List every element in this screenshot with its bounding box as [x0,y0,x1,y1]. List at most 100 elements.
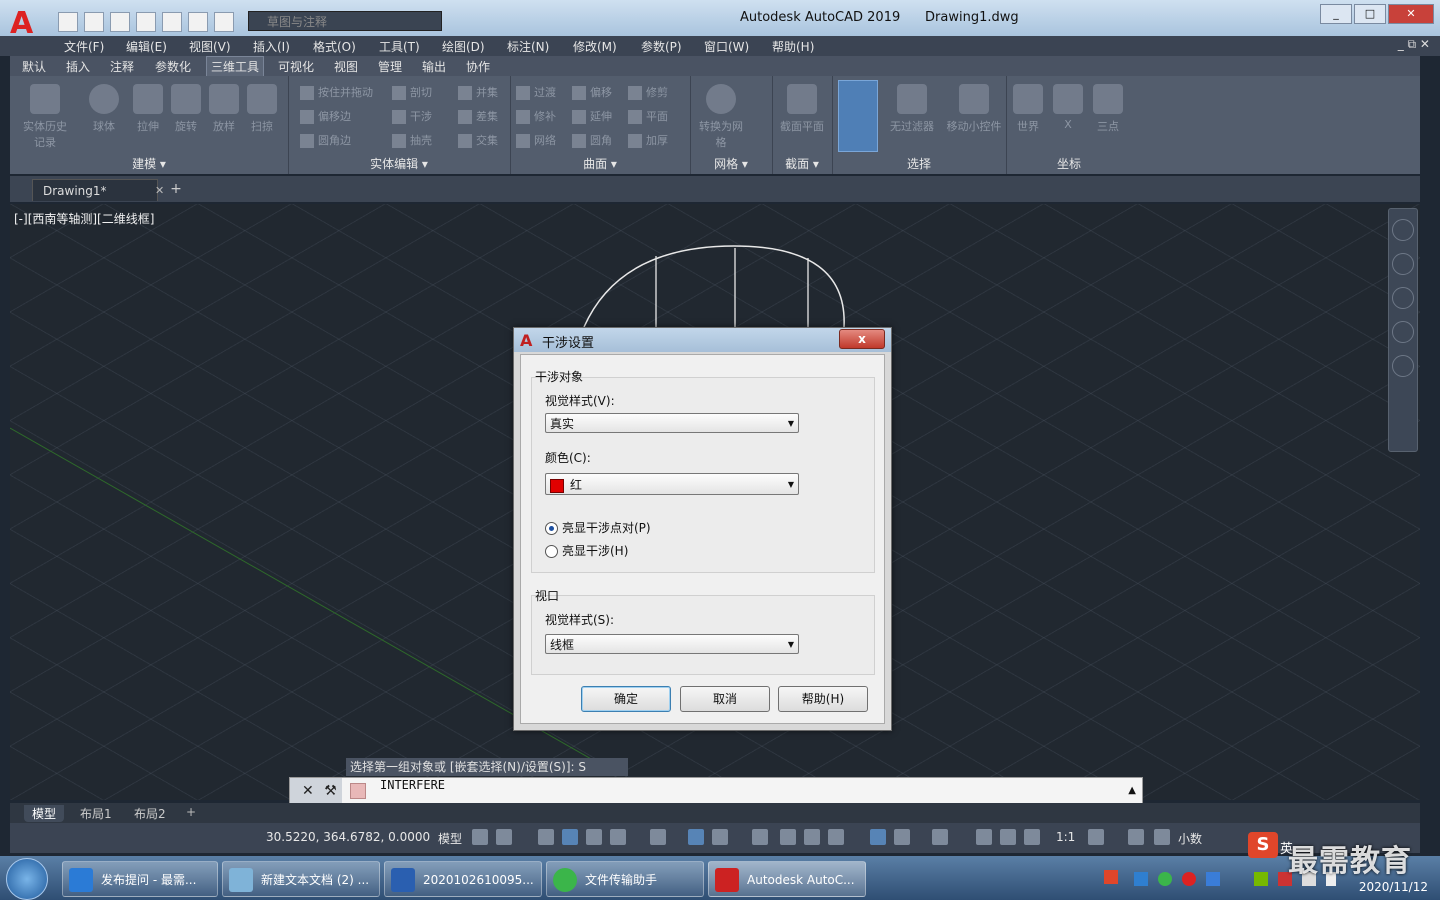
autoscale-icon[interactable] [1000,829,1016,845]
object-snap-icon[interactable] [712,829,728,845]
command-input[interactable]: INTERFERE [380,778,445,792]
tab-manage[interactable]: 管理 [378,58,402,75]
panel-title-mesh[interactable]: 网格 ▾ [690,155,772,172]
units-value[interactable]: 小数 [1178,830,1202,847]
history-up-arrow-icon[interactable]: ▲ [1128,778,1136,804]
doc-window-controls[interactable]: _ ⧉ ✕ [1398,37,1430,52]
color-select[interactable]: 红 ▼ [545,473,799,495]
taskbar-item-notepad[interactable]: 新建文本文档 (2) ... [222,861,380,897]
menu-modify[interactable]: 修改(M) [573,38,617,55]
ucs-3point-button[interactable]: 三点 [1090,84,1126,134]
fillet-edge-button[interactable]: 圆角边 [300,132,351,148]
slice-button[interactable]: 剖切 [392,84,432,100]
no-filter-button[interactable]: 无过滤器 [884,84,940,134]
union-button[interactable]: 并集 [458,84,498,100]
trim-surface-button[interactable]: 修剪 [628,84,668,100]
network-surface-button[interactable]: 网络 [516,132,556,148]
tab-view[interactable]: 视图 [334,58,358,75]
sweep-button[interactable]: 扫掠 [240,84,284,134]
ucs-world-button[interactable]: 世界 [1010,84,1046,134]
tab-insert[interactable]: 插入 [66,58,90,75]
menu-format[interactable]: 格式(O) [313,38,356,55]
workspace-select[interactable]: 草图与注释 [248,11,442,31]
section-plane-button[interactable]: 截面平面 [778,84,826,134]
panel-title-surface[interactable]: 曲面 ▾ [510,155,690,172]
model-space-button[interactable]: 模型 [438,830,462,847]
menu-file[interactable]: 文件(F) [64,38,104,55]
coordinates-readout[interactable]: 30.5220, 364.6782, 0.0000 [266,830,430,844]
new-tab-button[interactable]: + [166,181,186,197]
shield-icon[interactable] [1206,872,1220,886]
highlight-interference-radio[interactable]: 亮显干涉(H) [545,542,628,559]
selection-cycling-button[interactable] [838,80,878,152]
tab-annotate[interactable]: 注释 [110,58,134,75]
command-line[interactable]: ✕ ⚒ INTERFERE ▲ [289,777,1143,805]
3d-object-snap-icon[interactable] [828,829,844,845]
sogou-tray-icon[interactable] [1104,870,1118,884]
open-file-icon[interactable] [84,12,104,32]
undo-icon[interactable] [188,12,208,32]
menu-insert[interactable]: 插入(I) [253,38,290,55]
tab-visualize[interactable]: 可视化 [278,58,314,75]
infer-constraints-icon[interactable] [538,829,554,845]
ucs-x-button[interactable]: X [1050,84,1086,131]
menu-draw[interactable]: 绘图(D) [442,38,485,55]
visual-style-select[interactable]: 真实 ▼ [545,413,799,433]
patch-button[interactable]: 修补 [516,108,556,124]
blend-button[interactable]: 过渡 [516,84,556,100]
close-window-button[interactable]: ✕ [1388,4,1434,24]
wechat-tray-icon[interactable] [1158,872,1172,886]
isodraft-icon[interactable] [650,829,666,845]
zoom-extents-icon[interactable] [1392,287,1414,309]
dialog-close-button[interactable]: x [839,329,885,349]
plus-icon[interactable] [1128,829,1144,845]
polar-tracking-icon[interactable] [610,829,626,845]
interfere-button[interactable]: 干涉 [392,108,432,124]
viewport-label[interactable]: [-][西南等轴测][二维线框] [14,210,154,227]
transparency-icon[interactable] [780,829,796,845]
menu-view[interactable]: 视图(V) [189,38,231,55]
save-icon[interactable] [110,12,130,32]
file-tab-drawing1[interactable]: Drawing1* ✕ [32,179,164,201]
steering-wheel-icon[interactable] [1392,219,1414,241]
ok-button[interactable]: 确定 [581,686,671,712]
nvidia-icon[interactable] [1254,872,1268,886]
sphere-button[interactable]: 球体 [82,84,126,134]
sogou-ime-icon[interactable]: S [1248,832,1278,858]
taskbar-item-wechat[interactable]: 文件传输助手 [546,861,704,897]
gizmo-icon[interactable] [932,829,948,845]
clock-date[interactable]: 2020/11/12 [1359,880,1428,894]
lineweight-icon[interactable] [752,829,768,845]
offset-edge-button[interactable]: 偏移边 [300,108,351,124]
menu-edit[interactable]: 编辑(E) [126,38,167,55]
taskbar-item-ie[interactable]: 发布提问 - 最需... [62,861,218,897]
menu-help[interactable]: 帮助(H) [772,38,814,55]
new-file-icon[interactable] [58,12,78,32]
tab-layout2[interactable]: 布局2 [134,805,166,822]
intersect-button[interactable]: 交集 [458,132,498,148]
menu-window[interactable]: 窗口(W) [704,38,749,55]
planar-surface-button[interactable]: 平面 [628,108,668,124]
thicken-button[interactable]: 加厚 [628,132,668,148]
minimize-button[interactable]: _ [1320,4,1352,24]
snap-icon[interactable] [496,829,512,845]
annotation-scale-icon[interactable] [1024,829,1040,845]
fillet-surface-button[interactable]: 圆角 [572,132,612,148]
ortho-icon[interactable] [586,829,602,845]
grid-icon[interactable] [472,829,488,845]
close-icon[interactable]: ✕ [302,783,314,799]
offset-surface-button[interactable]: 偏移 [572,84,612,100]
panel-title-section[interactable]: 截面 ▾ [772,155,832,172]
tab-parametric[interactable]: 参数化 [155,58,191,75]
redo-icon[interactable] [214,12,234,32]
help-button[interactable]: 帮助(H) [778,686,868,712]
units-icon[interactable] [1154,829,1170,845]
security-icon[interactable] [1182,872,1196,886]
annotation-scale-value[interactable]: 1:1 [1056,830,1075,844]
shell-button[interactable]: 抽壳 [392,132,432,148]
close-icon[interactable]: ✕ [155,180,164,202]
highlight-pair-radio[interactable]: 亮显干涉点对(P) [545,519,651,536]
tab-3d-tools[interactable]: 三维工具 [206,56,265,77]
maximize-button[interactable]: □ [1354,4,1386,24]
gear-icon[interactable] [1088,829,1104,845]
